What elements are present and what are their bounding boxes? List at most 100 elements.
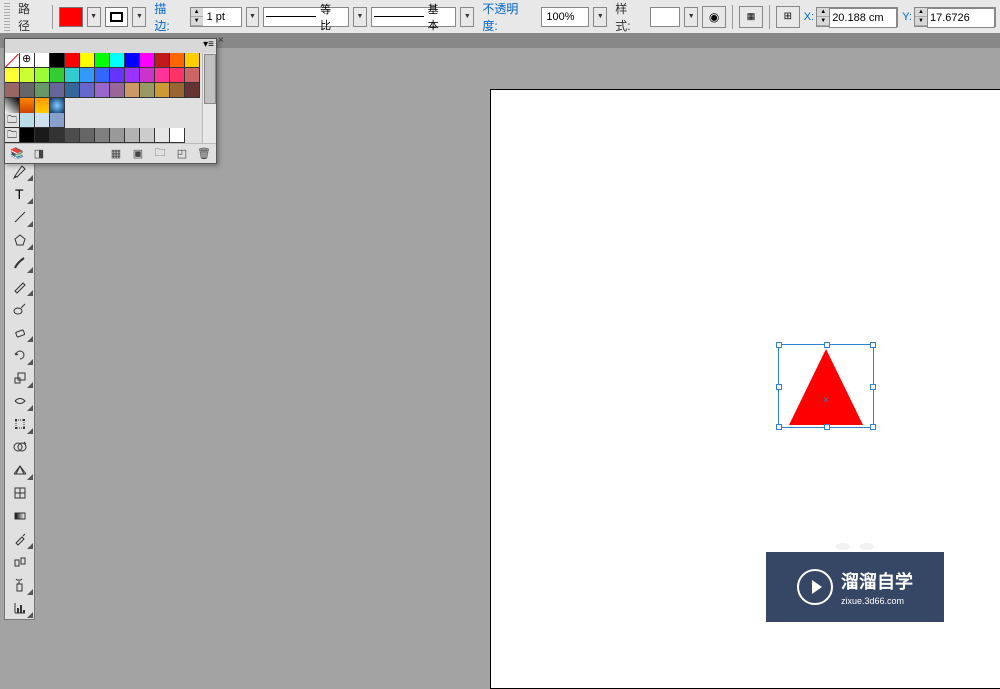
color-swatch[interactable] bbox=[95, 128, 110, 143]
opacity-label[interactable]: 不透明度: bbox=[478, 0, 537, 34]
color-swatch[interactable] bbox=[50, 68, 65, 83]
color-swatch[interactable] bbox=[5, 83, 20, 98]
color-swatch[interactable] bbox=[155, 83, 170, 98]
gradient-swatch[interactable] bbox=[5, 98, 20, 113]
handle-middle-left[interactable] bbox=[776, 384, 782, 390]
color-swatch[interactable] bbox=[35, 128, 50, 143]
new-swatch-icon[interactable]: ◰ bbox=[174, 146, 190, 162]
folder-icon[interactable]: 🗀 bbox=[152, 146, 168, 162]
stroke-label[interactable]: 描边: bbox=[150, 0, 185, 34]
color-swatch[interactable] bbox=[80, 53, 95, 68]
mesh-tool[interactable] bbox=[5, 481, 34, 504]
color-swatch[interactable] bbox=[125, 83, 140, 98]
handle-bottom-middle[interactable] bbox=[824, 424, 830, 430]
color-swatch[interactable] bbox=[170, 68, 185, 83]
color-swatch[interactable] bbox=[80, 83, 95, 98]
transform-reference-icon[interactable]: ⊞ bbox=[776, 6, 800, 28]
gradient-swatch[interactable] bbox=[35, 98, 50, 113]
fill-dropdown[interactable] bbox=[87, 7, 101, 27]
swatch-group-folder-icon[interactable]: 🗀 bbox=[5, 113, 20, 128]
scrollbar-thumb[interactable] bbox=[204, 54, 216, 104]
color-swatch[interactable] bbox=[95, 83, 110, 98]
gradient-swatch[interactable] bbox=[50, 98, 65, 113]
color-swatch[interactable] bbox=[125, 68, 140, 83]
color-swatch[interactable] bbox=[65, 53, 80, 68]
y-down[interactable]: ▼ bbox=[915, 17, 927, 26]
recolor-artwork-button[interactable]: ◉ bbox=[702, 6, 726, 28]
blend-tool[interactable] bbox=[5, 550, 34, 573]
color-swatch[interactable] bbox=[185, 83, 200, 98]
free-transform-tool[interactable] bbox=[5, 412, 34, 435]
shape-tool[interactable] bbox=[5, 228, 34, 251]
handle-top-right[interactable] bbox=[870, 342, 876, 348]
color-swatch[interactable] bbox=[80, 128, 95, 143]
panel-grip[interactable] bbox=[4, 3, 10, 31]
color-swatch[interactable] bbox=[35, 68, 50, 83]
x-input[interactable] bbox=[829, 8, 897, 28]
handle-middle-right[interactable] bbox=[870, 384, 876, 390]
line-tool[interactable] bbox=[5, 205, 34, 228]
stroke-weight-down[interactable]: ▼ bbox=[191, 17, 203, 26]
color-swatch[interactable] bbox=[110, 128, 125, 143]
swatches-panel-menu-icon[interactable]: ▾≡ bbox=[203, 39, 214, 50]
opacity-input[interactable] bbox=[541, 7, 589, 27]
swatch-kind-icon[interactable]: ◨ bbox=[31, 146, 47, 162]
gradient-swatch[interactable] bbox=[20, 98, 35, 113]
align-button[interactable]: ▦ bbox=[739, 6, 763, 28]
color-swatch[interactable] bbox=[65, 83, 80, 98]
graph-tool[interactable] bbox=[5, 596, 34, 619]
y-up[interactable]: ▲ bbox=[915, 8, 927, 17]
color-swatch[interactable] bbox=[20, 53, 35, 68]
swatch-libraries-icon[interactable]: 📚 bbox=[9, 146, 25, 162]
y-input[interactable] bbox=[927, 8, 995, 28]
eyedropper-tool[interactable] bbox=[5, 527, 34, 550]
shape-builder-tool[interactable] bbox=[5, 435, 34, 458]
color-swatch[interactable] bbox=[65, 68, 80, 83]
handle-top-left[interactable] bbox=[776, 342, 782, 348]
color-swatch[interactable] bbox=[50, 128, 65, 143]
width-tool[interactable] bbox=[5, 389, 34, 412]
color-swatch[interactable] bbox=[35, 53, 50, 68]
color-swatch[interactable] bbox=[20, 83, 35, 98]
swatches-panel-header[interactable]: ▾≡ bbox=[5, 39, 216, 53]
color-swatch[interactable] bbox=[170, 83, 185, 98]
color-swatch[interactable] bbox=[140, 128, 155, 143]
handle-bottom-left[interactable] bbox=[776, 424, 782, 430]
profile-dropdown[interactable] bbox=[353, 7, 367, 27]
color-swatch[interactable] bbox=[155, 53, 170, 68]
pencil-tool[interactable] bbox=[5, 274, 34, 297]
color-swatch[interactable] bbox=[50, 53, 65, 68]
color-swatch[interactable] bbox=[20, 128, 35, 143]
blob-brush-tool[interactable] bbox=[5, 297, 34, 320]
color-swatch[interactable] bbox=[5, 68, 20, 83]
swatches-scrollbar[interactable] bbox=[202, 53, 216, 143]
style-swatch[interactable] bbox=[650, 7, 680, 27]
perspective-grid-tool[interactable] bbox=[5, 458, 34, 481]
stroke-dropdown[interactable] bbox=[132, 7, 146, 27]
color-swatch[interactable] bbox=[35, 113, 50, 128]
profile-selector[interactable]: 等比 bbox=[263, 7, 349, 27]
color-swatch[interactable] bbox=[50, 83, 65, 98]
color-swatch[interactable] bbox=[140, 53, 155, 68]
color-swatch[interactable] bbox=[185, 53, 200, 68]
style-dropdown[interactable] bbox=[684, 7, 698, 27]
color-swatch[interactable] bbox=[65, 128, 80, 143]
color-swatch[interactable] bbox=[95, 68, 110, 83]
color-swatch[interactable] bbox=[140, 68, 155, 83]
color-swatch[interactable] bbox=[20, 113, 35, 128]
x-down[interactable]: ▼ bbox=[817, 17, 829, 26]
type-tool[interactable]: T bbox=[5, 182, 34, 205]
stroke-weight-up[interactable]: ▲ bbox=[191, 8, 203, 17]
x-up[interactable]: ▲ bbox=[817, 8, 829, 17]
color-swatch[interactable] bbox=[110, 83, 125, 98]
color-swatch[interactable] bbox=[80, 68, 95, 83]
color-swatch[interactable] bbox=[155, 68, 170, 83]
color-swatch[interactable] bbox=[50, 113, 65, 128]
color-swatch[interactable] bbox=[170, 128, 185, 143]
opacity-dropdown[interactable] bbox=[593, 7, 607, 27]
color-swatch[interactable] bbox=[140, 83, 155, 98]
handle-bottom-right[interactable] bbox=[870, 424, 876, 430]
rotate-tool[interactable] bbox=[5, 343, 34, 366]
color-swatch[interactable] bbox=[155, 128, 170, 143]
swatch-group-folder-icon[interactable]: 🗀 bbox=[5, 128, 20, 143]
